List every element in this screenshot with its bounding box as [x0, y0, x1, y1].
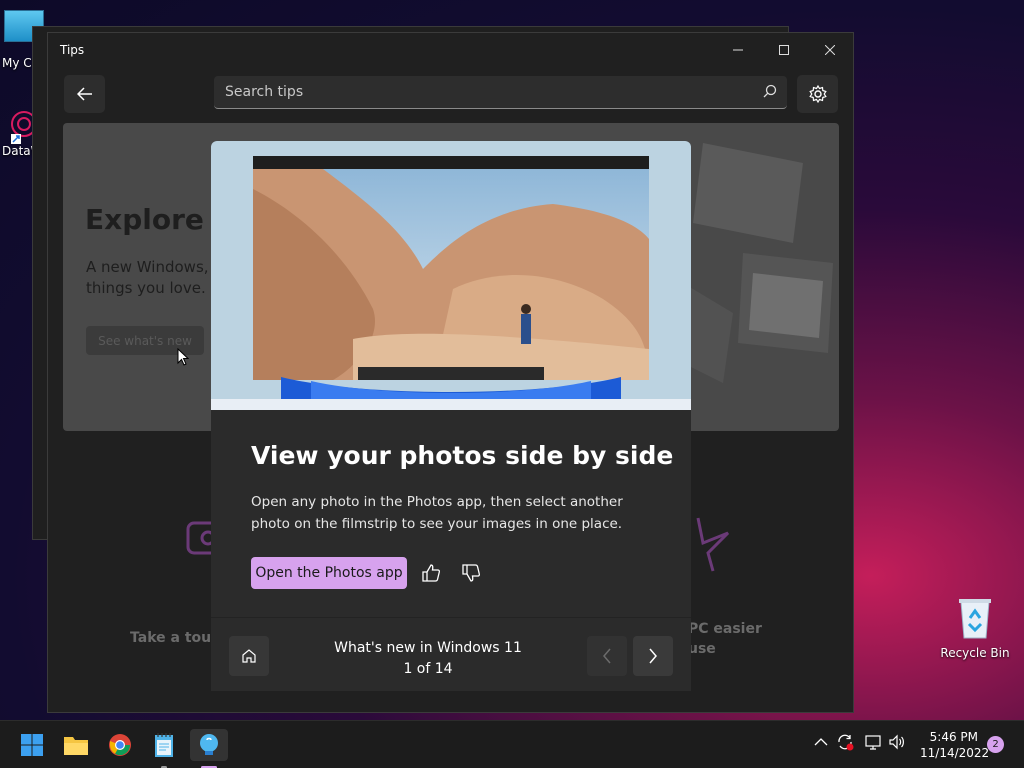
collection-progress: What's new in Windows 11 1 of 14: [321, 638, 535, 680]
devices-illustration: [683, 143, 833, 383]
thumbs-down-button[interactable]: [459, 561, 483, 585]
windows-logo-icon: [21, 734, 43, 756]
previous-tip-button[interactable]: [587, 636, 627, 676]
notification-badge[interactable]: 2: [987, 736, 1004, 753]
page-counter: 1 of 14: [403, 661, 453, 677]
tip-card: View your photos side by side Open any p…: [211, 141, 691, 691]
start-button[interactable]: [16, 729, 48, 761]
lightbulb-icon: [200, 734, 218, 755]
pc-tile-label-line1: PC easier: [688, 621, 762, 637]
file-explorer-button[interactable]: [60, 729, 92, 761]
tip-title: View your photos side by side: [251, 441, 674, 470]
maximize-button[interactable]: [761, 33, 807, 67]
pc-tile-label-line2: use: [688, 641, 716, 657]
chrome-button[interactable]: [104, 729, 136, 761]
next-tip-button[interactable]: [633, 636, 673, 676]
minimize-icon: [733, 49, 743, 51]
minimize-button[interactable]: [715, 33, 761, 67]
taskbar: 5:46 PM 11/14/2022: [0, 720, 1024, 768]
chevron-left-icon: [603, 648, 611, 664]
open-photos-app-button[interactable]: Open the Photos app: [251, 557, 407, 589]
rock-photo: [253, 169, 649, 380]
chevron-right-icon: [649, 648, 657, 664]
network-tray-icon[interactable]: [864, 733, 882, 755]
chevron-up-icon: [814, 738, 828, 746]
thumbs-up-button[interactable]: [419, 561, 443, 585]
photos-app-screenshot: [253, 156, 649, 380]
volume-tray-icon[interactable]: [888, 733, 906, 755]
collection-name: What's new in Windows 11: [334, 640, 522, 656]
settings-button[interactable]: [797, 75, 838, 113]
close-icon: [825, 45, 835, 55]
search-input[interactable]: Search tips: [214, 76, 787, 109]
mini-taskbar: [211, 399, 691, 410]
notepad-button[interactable]: [148, 729, 180, 768]
tip-screenshot: [211, 141, 691, 410]
tips-app-button[interactable]: [190, 729, 228, 768]
speaker-icon: [889, 734, 904, 750]
chrome-icon: [109, 734, 131, 756]
sync-icon: [838, 734, 854, 751]
search-icon[interactable]: [763, 84, 777, 98]
home-button[interactable]: [229, 636, 269, 676]
pc-tile-label: PC easier use: [688, 619, 762, 659]
card-navigation: What's new in Windows 11 1 of 14: [211, 617, 691, 691]
sync-tray-icon[interactable]: [836, 733, 854, 755]
title-bar[interactable]: Tips: [48, 33, 853, 67]
show-hidden-icons-button[interactable]: [814, 735, 828, 751]
tip-description: Open any photo in the Photos app, then s…: [251, 494, 623, 532]
network-icon: [865, 735, 881, 750]
hero-text: A new Windows, things you love.: [86, 258, 209, 297]
clock-date: 11/14/2022: [920, 746, 990, 760]
tour-tile-label: Take a tour: [130, 630, 218, 646]
desktop-icon-label: Recycle Bin: [940, 646, 1010, 660]
photos-titlebar: [253, 156, 649, 169]
clock-time: 5:46 PM: [929, 730, 978, 744]
window-title: Tips: [60, 43, 85, 57]
maximize-icon: [779, 45, 789, 55]
close-button[interactable]: [807, 33, 853, 67]
desktop-icon-recycle-bin[interactable]: Recycle Bin: [940, 596, 1010, 660]
windows-bloom: [281, 377, 621, 401]
mouse-cursor-icon: [177, 348, 189, 366]
thumbs-down-icon: [462, 564, 481, 582]
arrow-left-icon: [76, 87, 92, 101]
recycle-bin-icon: [956, 596, 994, 640]
search-placeholder: Search tips: [225, 84, 304, 100]
back-button[interactable]: [64, 75, 105, 113]
thumbs-up-icon: [422, 564, 441, 582]
gear-icon: [808, 85, 827, 103]
folder-icon: [64, 737, 88, 755]
home-icon: [242, 649, 256, 663]
notepad-icon: [155, 733, 173, 757]
clock[interactable]: 5:46 PM 11/14/2022: [920, 729, 990, 761]
